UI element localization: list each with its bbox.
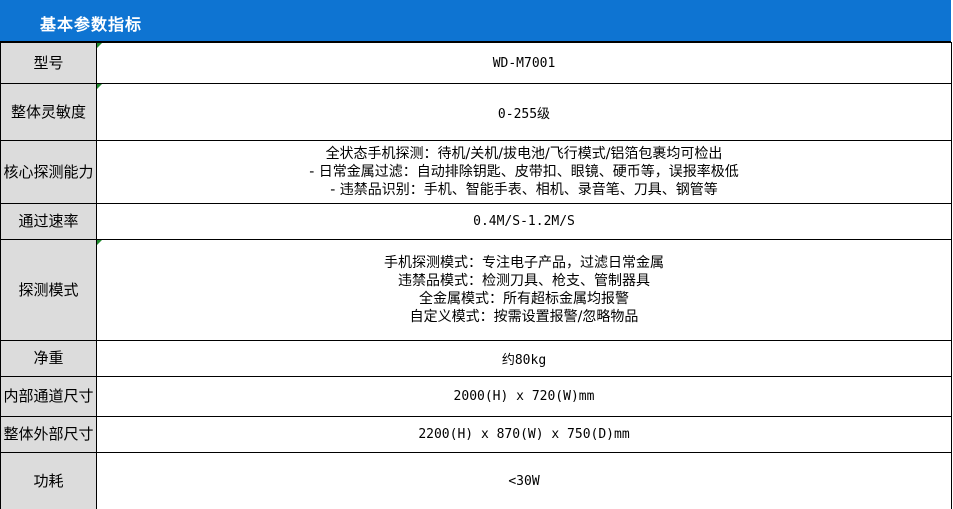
value-line: 2200(H) x 870(W) x 750(D)mm [418, 427, 630, 442]
row-label-detection-mode[interactable]: 探测模式 [0, 239, 97, 341]
row-value-core-detection[interactable]: 全状态手机探测：待机/关机/拔电池/飞行模式/铝箔包裹均可检出 - 日常金属过滤… [96, 140, 952, 204]
table-row: 内部通道尺寸 2000(H) x 720(W)mm [0, 376, 952, 417]
header-title: 基本参数指标 [40, 15, 143, 34]
parameters-table: 型号 WD-M7001 整体灵敏度 0-255级 核心探测能力 全状态手机探测：… [0, 42, 952, 509]
value-line: 约80kg [501, 353, 547, 368]
value-line: - 违禁品识别：手机、智能手表、相机、录音笔、刀具、钢管等 [330, 182, 718, 198]
header-bar: 基本参数指标 [0, 0, 951, 42]
row-value-sensitivity[interactable]: 0-255级 [96, 83, 952, 141]
value-line: WD-M7001 [492, 55, 556, 71]
row-value-inner-channel-size[interactable]: 2000(H) x 720(W)mm [96, 376, 952, 417]
cell-comment-marker [97, 43, 102, 48]
spec-sheet: 基本参数指标 型号 WD-M7001 整体灵敏度 0-255级 核心探测能力 全… [0, 0, 952, 509]
row-label-net-weight[interactable]: 净重 [0, 340, 97, 377]
row-label-outer-size[interactable]: 整体外部尺寸 [0, 416, 97, 453]
row-value-outer-size[interactable]: 2200(H) x 870(W) x 750(D)mm [96, 416, 952, 453]
value-line: 2000(H) x 720(W)mm [453, 389, 595, 404]
table-row: 净重 约80kg [0, 340, 952, 377]
value-line: 手机探测模式：专注电子产品，过滤日常金属 [384, 255, 664, 271]
row-value-power-consumption[interactable]: <30W [96, 452, 952, 509]
row-label-pass-speed[interactable]: 通过速率 [0, 203, 97, 240]
value-line: 自定义模式：按需设置报警/忽略物品 [409, 309, 639, 325]
row-value-net-weight[interactable]: 约80kg [96, 340, 952, 377]
value-line: 0-255级 [497, 106, 551, 122]
value-line: - 日常金属过滤：自动排除钥匙、皮带扣、眼镜、硬币等，误报率极低 [309, 164, 739, 180]
cell-comment-marker [97, 84, 102, 89]
table-row: 整体灵敏度 0-255级 [0, 83, 952, 141]
table-row: 型号 WD-M7001 [0, 42, 952, 84]
value-line: 全状态手机探测：待机/关机/拔电池/飞行模式/铝箔包裹均可检出 [325, 146, 723, 162]
row-label-inner-channel-size[interactable]: 内部通道尺寸 [0, 376, 97, 417]
value-line: <30W [508, 473, 540, 489]
row-label-core-detection[interactable]: 核心探测能力 [0, 140, 97, 204]
cell-comment-marker [97, 240, 102, 245]
row-value-model[interactable]: WD-M7001 [96, 42, 952, 84]
value-line: 0.4M/S-1.2M/S [473, 214, 575, 229]
table-row: 整体外部尺寸 2200(H) x 870(W) x 750(D)mm [0, 416, 952, 453]
row-label-model[interactable]: 型号 [0, 42, 97, 84]
row-value-detection-mode[interactable]: 手机探测模式：专注电子产品，过滤日常金属 违禁品模式：检测刀具、枪支、管制器具 … [96, 239, 952, 341]
value-line: 全金属模式：所有超标金属均报警 [419, 291, 629, 307]
row-value-pass-speed[interactable]: 0.4M/S-1.2M/S [96, 203, 952, 240]
table-row: 核心探测能力 全状态手机探测：待机/关机/拔电池/飞行模式/铝箔包裹均可检出 -… [0, 140, 952, 204]
row-label-sensitivity[interactable]: 整体灵敏度 [0, 83, 97, 141]
table-row: 通过速率 0.4M/S-1.2M/S [0, 203, 952, 240]
table-row: 功耗 <30W [0, 452, 952, 509]
row-label-power-consumption[interactable]: 功耗 [0, 452, 97, 509]
value-line: 违禁品模式：检测刀具、枪支、管制器具 [398, 273, 650, 289]
table-row: 探测模式 手机探测模式：专注电子产品，过滤日常金属 违禁品模式：检测刀具、枪支、… [0, 239, 952, 341]
